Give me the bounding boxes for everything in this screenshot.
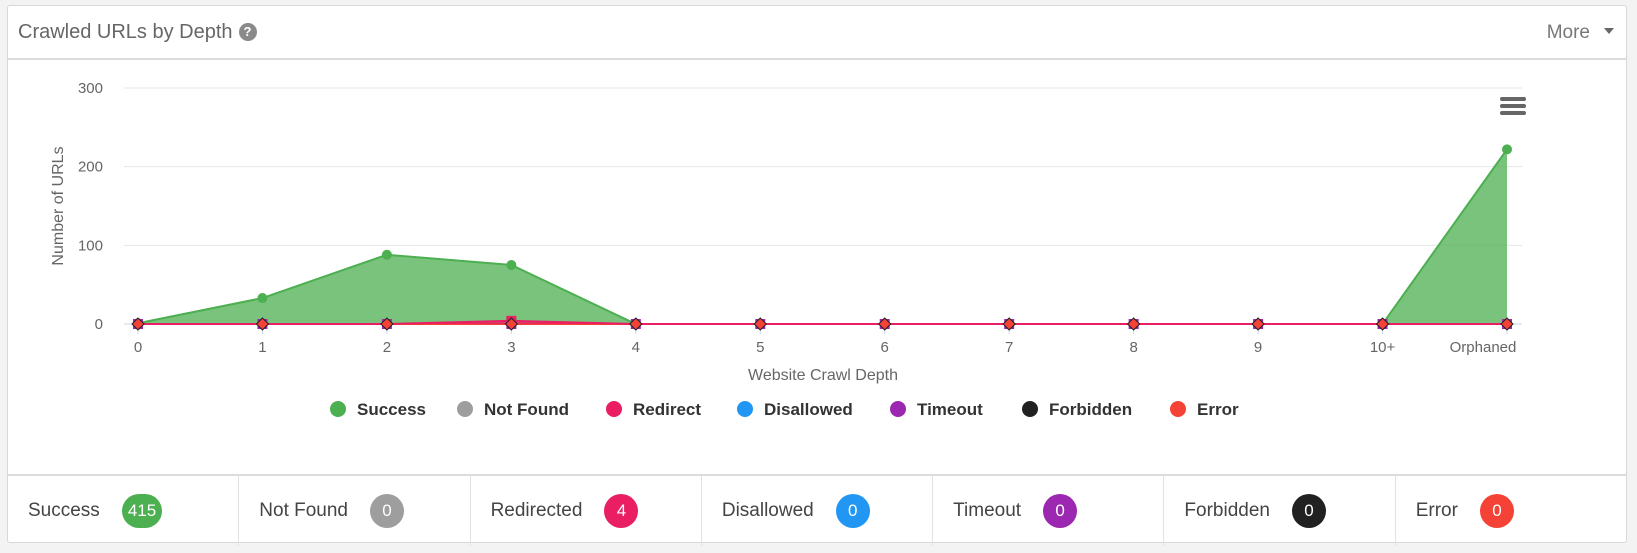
help-icon[interactable]: ? xyxy=(238,23,257,41)
y-tick-label: 0 xyxy=(95,316,103,333)
legend-marker-success xyxy=(330,401,346,417)
x-tick-label: 5 xyxy=(756,339,764,356)
legend-label-timeout[interactable]: Timeout xyxy=(917,400,983,419)
stat-label: Timeout xyxy=(953,500,1022,521)
legend-marker-redirect xyxy=(606,401,622,417)
legend-label-disallowed[interactable]: Disallowed xyxy=(764,400,853,419)
panel-header: Crawled URLs by Depth? More xyxy=(8,6,1626,60)
x-tick-label: 1 xyxy=(258,339,266,356)
x-tick-label: 7 xyxy=(1005,339,1013,356)
x-axis-title: Website Crawl Depth xyxy=(748,367,898,384)
legend-label-success[interactable]: Success xyxy=(357,400,426,419)
legend-marker-disallowed xyxy=(737,401,753,417)
stat-disallowed: Disallowed 0 xyxy=(702,476,934,546)
x-tick-label: 10+ xyxy=(1370,339,1396,356)
stats-footer: Success 415 Not Found 0 Redirected 4 Disall… xyxy=(8,474,1626,546)
x-tick-label: 9 xyxy=(1254,339,1262,356)
x-tick-label: 8 xyxy=(1129,339,1137,356)
stat-badge: 0 xyxy=(1043,494,1078,528)
stat-badge: 0 xyxy=(1479,494,1514,528)
y-tick-label: 100 xyxy=(78,237,103,254)
stat-badge: 4 xyxy=(604,494,639,528)
more-label: More xyxy=(1546,22,1590,43)
stat-badge: 415 xyxy=(121,494,163,528)
legend-label-forbidden[interactable]: Forbidden xyxy=(1049,400,1132,419)
x-tick-label: 4 xyxy=(632,339,640,356)
crawled-urls-panel: Crawled URLs by Depth? More 0 100 200 300 0 1… xyxy=(7,5,1627,546)
stat-redirected: Redirected 4 xyxy=(471,476,702,546)
stat-label: Forbidden xyxy=(1184,500,1270,521)
legend-marker-timeout xyxy=(890,401,906,417)
legend-marker-forbidden xyxy=(1022,401,1038,417)
caret-down-icon xyxy=(1604,28,1614,34)
series-area-success xyxy=(138,149,1507,324)
legend-label-error[interactable]: Error xyxy=(1197,400,1239,419)
x-tick-label: 2 xyxy=(383,339,391,356)
panel-title: Crawled URLs by Depth? xyxy=(18,21,257,44)
success-point xyxy=(1502,144,1512,155)
stat-label: Success xyxy=(28,500,100,521)
legend-marker-not-found xyxy=(457,401,473,417)
stat-label: Redirected xyxy=(490,500,583,521)
legend-label-not-found[interactable]: Not Found xyxy=(484,400,569,419)
success-point xyxy=(257,293,268,304)
stat-success: Success 415 xyxy=(8,476,240,546)
x-tick-label: Orphaned xyxy=(1450,339,1517,356)
chart-menu-icon[interactable] xyxy=(1500,97,1526,118)
stat-error: Error 0 xyxy=(1396,476,1626,546)
x-tick-label: 3 xyxy=(507,339,515,356)
stat-badge: 0 xyxy=(1291,494,1326,528)
panel-title-text: Crawled URLs by Depth xyxy=(18,21,233,43)
success-point xyxy=(506,260,517,270)
stat-label: Not Found xyxy=(259,500,349,521)
more-dropdown[interactable]: More xyxy=(1547,22,1614,44)
y-axis-title: Number of URLs xyxy=(50,146,67,265)
x-tick-label: 0 xyxy=(134,339,142,356)
stat-label: Disallowed xyxy=(721,500,814,521)
stat-forbidden: Forbidden 0 xyxy=(1164,476,1396,546)
success-point xyxy=(381,249,392,260)
x-tick-label: 6 xyxy=(881,339,889,356)
area-chart: 0 100 200 300 0 1 2 3 4 5 6 7 8 9 10+ Orphaned Website C… xyxy=(50,80,1522,419)
stat-badge: 0 xyxy=(835,494,870,528)
legend-label-redirect[interactable]: Redirect xyxy=(633,400,701,419)
stat-label: Error xyxy=(1415,500,1458,521)
legend-marker-error xyxy=(1170,401,1186,417)
stat-not-found: Not Found 0 xyxy=(239,476,471,546)
stat-timeout: Timeout 0 xyxy=(933,476,1165,546)
y-tick-label: 300 xyxy=(78,80,103,97)
stat-badge: 0 xyxy=(370,494,405,528)
y-tick-label: 200 xyxy=(78,159,103,176)
